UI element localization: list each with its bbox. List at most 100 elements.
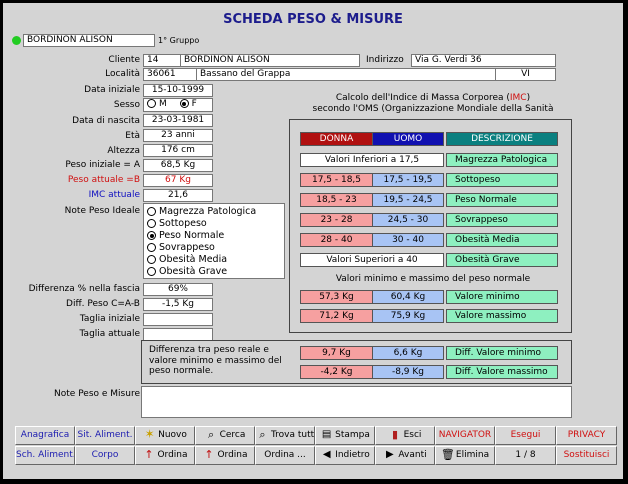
diff-peso-field[interactable]: -1,5 Kg [143,298,213,311]
label-note-peso-misure: Note Peso e Misure [54,389,140,399]
label-altezza: Altezza [107,146,140,156]
eta-field[interactable]: 23 anni [143,129,213,142]
cap-field[interactable]: 36061 [143,68,197,81]
exit-door-icon: ▮ [392,428,399,441]
peso-iniziale-field[interactable]: 68,5 Kg [143,159,213,172]
sch-aliment-button[interactable]: Sch. Aliment. [15,446,75,465]
label-imc-attuale: IMC attuale [88,190,140,200]
note-option-5[interactable]: Obesità Grave [147,266,284,278]
diff-0-uomo: 6,6 Kg [372,346,444,360]
diff-1-uomo: -8,9 Kg [372,365,444,379]
diff-1-descr: Diff. Valore massimo [446,365,558,379]
note-option-0[interactable]: Magrezza Patologica [147,206,284,218]
page-title: SCHEDA PESO & MISURE [223,12,403,27]
minmax-1-donna: 71,2 Kg [300,309,373,323]
imc-row-4-descr: Obesità Media [446,233,558,247]
ordina-desc-button[interactable]: ↑ Ordina [195,446,255,465]
label-peso-attuale: Peso attuale =B [67,175,140,185]
header-name-field[interactable]: BORDINON ALISON [23,34,155,47]
sesso-m-radio[interactable]: M [147,99,167,109]
data-iniziale-field[interactable]: 15-10-1999 [143,84,213,97]
note-option-4[interactable]: Obesità Media [147,254,284,266]
imc-attuale-field[interactable]: 21,6 [143,189,213,202]
privacy-button[interactable]: PRIVACY [556,426,617,445]
diff-0-donna: 9,7 Kg [300,346,373,360]
imc-row-4-donna: 28 - 40 [300,233,373,247]
differenza-perc-field[interactable]: 69% [143,283,213,296]
imc-row-3-donna: 23 - 28 [300,213,373,227]
back-arrow-icon: ◀ [322,449,331,460]
diff-0-descr: Diff. Valore minimo [446,346,558,360]
header-uomo: UOMO [372,132,444,146]
search-icon: ⌕ [208,428,215,441]
ordina-menu-button[interactable]: Ordina ... [255,446,315,465]
provincia-field[interactable]: VI [495,68,556,81]
imc-row-1-donna: 17,5 - 18,5 [300,173,373,187]
note-option-3[interactable]: Sovrappeso [147,242,284,254]
sort-descending-icon: ↑ [204,448,214,461]
indirizzo-field[interactable]: Via G. Verdi 36 [411,54,556,67]
esegui-button[interactable]: Esegui [495,426,556,445]
corpo-button[interactable]: Corpo [75,446,135,465]
nuovo-button[interactable]: ✶ Nuovo [135,426,195,445]
label-diff-peso: Diff. Peso C=A-B [66,299,140,309]
taglia-iniziale-field[interactable] [143,313,213,326]
note-peso-ideale-list: Magrezza Patologica Sottopeso Peso Norma… [143,203,285,279]
elimina-button[interactable]: 🗑Elimina [435,446,495,465]
imc-row-3-descr: Sovrappeso [446,213,558,227]
label-taglia-iniziale: Taglia iniziale [79,314,140,324]
minmax-0-descr: Valore minimo [446,290,558,304]
header-donna: DONNA [300,132,373,146]
trash-icon: 🗑 [440,448,455,461]
esci-button[interactable]: ▮ Esci [375,426,435,445]
imc-row-5-donna: Valori Superiori a 40 [300,253,444,267]
diff-1-donna: -4,2 Kg [300,365,373,379]
note-option-2[interactable]: Peso Normale [147,230,284,242]
printer-icon: ▤ [321,429,332,440]
header-descrizione: DESCRIZIONE [446,132,558,146]
forward-arrow-icon: ▶ [386,449,394,460]
anagrafica-button[interactable]: Anagrafica [15,426,75,445]
avanti-button[interactable]: ▶ Avanti [375,446,435,465]
sit-aliment-button[interactable]: Sit. Aliment. [75,426,135,445]
trova-tutti-button[interactable]: ⌕ Trova tutti [255,426,315,445]
sesso-radio-group: M F [143,98,213,112]
cliente-name-field[interactable]: BORDINON ALISON [180,54,360,67]
note-peso-misure-field[interactable] [141,386,572,418]
indietro-button[interactable]: ◀ Indietro [315,446,375,465]
find-all-icon: ⌕ [259,428,266,441]
label-data-nascita: Data di nascita [72,116,140,126]
minmax-caption: Valori minimo e massimo del peso normale [335,274,531,284]
citta-field[interactable]: Bassano del Grappa [196,68,496,81]
peso-attuale-field[interactable]: 67 Kg [143,174,213,187]
ordina-asc-button[interactable]: ↑ Ordina [135,446,195,465]
sort-ascending-icon: ↑ [144,448,154,461]
status-indicator-icon [12,36,21,45]
imc-row-0-descr: Magrezza Patologica [446,153,558,167]
imc-row-1-descr: Sottopeso [446,173,558,187]
imc-caption: Calcolo dell'Indice di Massa Corporea (I… [335,93,531,103]
imc-row-2-descr: Peso Normale [446,193,558,207]
altezza-field[interactable]: 176 cm [143,144,213,157]
label-cliente: Cliente [108,55,140,65]
label-localita: Località [105,69,140,79]
label-eta: Età [125,131,140,141]
note-option-1[interactable]: Sottopeso [147,218,284,230]
imc-row-2-donna: 18,5 - 23 [300,193,373,207]
diff-panel-text: Differenza tra peso reale e valore minim… [149,345,282,376]
sesso-f-radio[interactable]: F [179,99,197,109]
label-indirizzo: Indirizzo [366,55,404,65]
cerca-button[interactable]: ⌕ Cerca [195,426,255,445]
sostituisci-button[interactable]: Sostituisci [556,446,617,465]
navigator-button[interactable]: NAVIGATOR [435,426,495,445]
imc-row-3-uomo: 24,5 - 30 [372,213,444,227]
imc-row-5-descr: Obesità Grave [446,253,558,267]
data-nascita-field[interactable]: 23-03-1981 [143,114,213,127]
stampa-button[interactable]: ▤ Stampa [315,426,375,445]
cliente-id-field[interactable]: 14 [143,54,181,67]
group-label: 1° Gruppo [158,36,200,45]
imc-row-4-uomo: 30 - 40 [372,233,444,247]
label-peso-iniziale: Peso iniziale = A [65,160,140,170]
minmax-1-descr: Valore massimo [446,309,558,323]
imc-row-0-donna: Valori Inferiori a 17,5 [300,153,444,167]
